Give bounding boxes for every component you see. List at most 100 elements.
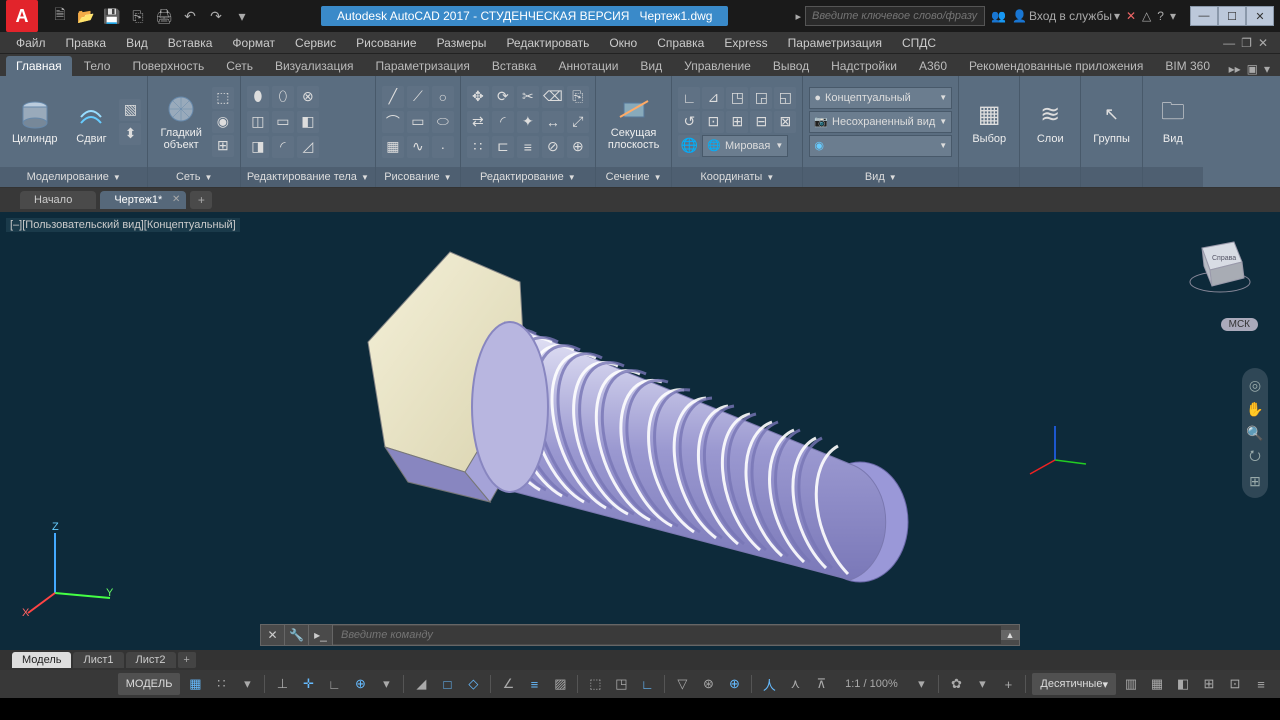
doc-close-icon[interactable]: ✕ bbox=[1258, 36, 1268, 50]
presspull-icon[interactable]: ⬍ bbox=[119, 123, 141, 145]
cylinder-button[interactable]: Цилиндр bbox=[6, 97, 63, 147]
nav-show-icon[interactable]: ⊞ bbox=[1246, 472, 1264, 490]
ucs-world-icon[interactable]: 🌐 bbox=[678, 135, 700, 157]
print-icon[interactable]: 🖨 bbox=[156, 8, 172, 24]
nav-zoom-icon[interactable]: 🔍 bbox=[1246, 424, 1264, 442]
doc-restore-icon[interactable]: ❐ bbox=[1241, 36, 1252, 50]
exchange-icon[interactable]: ✕ bbox=[1126, 9, 1136, 23]
menu-tools[interactable]: Сервис bbox=[287, 34, 344, 52]
doc-min-icon[interactable]: — bbox=[1223, 36, 1235, 50]
panel-modify-label[interactable]: Редактирование▼ bbox=[461, 167, 595, 187]
tab-visualize[interactable]: Визуализация bbox=[265, 56, 364, 76]
panel-coords-label[interactable]: Координаты▼ bbox=[672, 167, 802, 187]
panel-viewstyle-label[interactable]: Вид▼ bbox=[803, 167, 958, 187]
arc-icon[interactable]: ⌒ bbox=[382, 111, 404, 133]
tab-manage[interactable]: Управление bbox=[674, 56, 761, 76]
chamfer-icon[interactable]: ◿ bbox=[297, 136, 319, 158]
ucs-icon-4[interactable]: ◲ bbox=[750, 87, 772, 109]
ribbon-pin-icon[interactable]: ▸▸ bbox=[1229, 62, 1241, 76]
osnap-icon[interactable]: □ bbox=[436, 673, 458, 695]
undo-icon[interactable]: ↶ bbox=[182, 8, 198, 24]
panel-solidedit-label[interactable]: Редактирование тела▼ bbox=[241, 167, 375, 187]
menu-parametric[interactable]: Параметризация bbox=[780, 34, 890, 52]
layout-sheet1[interactable]: Лист1 bbox=[73, 652, 123, 668]
circle-icon[interactable]: ○ bbox=[432, 86, 454, 108]
tab-surface[interactable]: Поверхность bbox=[122, 56, 214, 76]
save-icon[interactable]: 💾 bbox=[104, 8, 120, 24]
dynamic-input-icon[interactable]: ✛ bbox=[297, 673, 319, 695]
tab-home[interactable]: Главная bbox=[6, 56, 72, 76]
move-icon[interactable]: ✥ bbox=[467, 86, 489, 108]
break-icon[interactable]: ⊘ bbox=[542, 136, 564, 158]
ucs-dropdown[interactable]: 🌐 Мировая▼ bbox=[702, 135, 788, 157]
menu-modify[interactable]: Редактировать bbox=[498, 34, 597, 52]
tab-mesh[interactable]: Сеть bbox=[216, 56, 263, 76]
menu-insert[interactable]: Вставка bbox=[160, 34, 221, 52]
ucs-icon-1[interactable]: ∟ bbox=[678, 87, 700, 109]
trim-icon[interactable]: ✂ bbox=[517, 86, 539, 108]
gear-dd-icon[interactable]: ▾ bbox=[971, 673, 993, 695]
thicken-icon[interactable]: ▭ bbox=[272, 111, 294, 133]
mirror-icon[interactable]: ⇄ bbox=[467, 111, 489, 133]
menu-draw[interactable]: Рисование bbox=[348, 34, 424, 52]
viewcube[interactable]: Справа bbox=[1184, 230, 1256, 302]
ucs-icon-2[interactable]: ⊿ bbox=[702, 87, 724, 109]
panel-draw-label[interactable]: Рисование▼ bbox=[376, 167, 460, 187]
scale-dd-icon[interactable]: ▾ bbox=[910, 673, 932, 695]
model-space-button[interactable]: МОДЕЛЬ bbox=[118, 673, 181, 695]
annoscale2-icon[interactable]: ⋏ bbox=[784, 673, 806, 695]
tab-featured[interactable]: Рекомендованные приложения bbox=[959, 56, 1153, 76]
customize-icon[interactable]: ≡ bbox=[1250, 673, 1272, 695]
extrude-button[interactable]: Сдвиг bbox=[67, 97, 115, 147]
layout-sheet2[interactable]: Лист2 bbox=[126, 652, 176, 668]
mesh-more-icon[interactable]: ⬚ bbox=[212, 87, 234, 109]
polar-icon[interactable]: ⊕ bbox=[349, 673, 371, 695]
hatch-icon[interactable]: ▦ bbox=[382, 136, 404, 158]
groups-button[interactable]: ↖Группы bbox=[1087, 97, 1136, 147]
viewport-controls[interactable]: [–][Пользовательский вид][Концептуальный… bbox=[6, 218, 240, 232]
menu-view[interactable]: Вид bbox=[118, 34, 156, 52]
scale-icon[interactable]: ⤢ bbox=[567, 111, 589, 133]
a360-icon[interactable]: △ bbox=[1142, 9, 1151, 23]
menu-file[interactable]: Файл bbox=[8, 34, 54, 52]
otrack-icon[interactable]: ∠ bbox=[497, 673, 519, 695]
ucs-icon-7[interactable]: ⊡ bbox=[702, 111, 724, 133]
viewport[interactable]: [–][Пользовательский вид][Концептуальный… bbox=[0, 212, 1280, 650]
stretch-icon[interactable]: ↔ bbox=[542, 111, 564, 133]
signin-button[interactable]: 👤 Вход в службы ▾ bbox=[1012, 9, 1120, 23]
gear-icon[interactable]: ✿ bbox=[945, 673, 967, 695]
smooth-button[interactable]: Гладкий объект bbox=[154, 91, 207, 153]
tab-addins[interactable]: Надстройки bbox=[821, 56, 907, 76]
3dosnap2-icon[interactable]: ◳ bbox=[610, 673, 632, 695]
search-input[interactable] bbox=[805, 6, 985, 26]
layout-add-button[interactable]: + bbox=[178, 652, 196, 668]
ucs-icon-9[interactable]: ⊟ bbox=[750, 111, 772, 133]
dynucs-icon[interactable]: ∟ bbox=[636, 673, 658, 695]
annoscale-icon[interactable]: 人 bbox=[758, 673, 780, 695]
search-caret-icon[interactable]: ▸ bbox=[796, 10, 802, 23]
workspace-icon[interactable]: + bbox=[997, 673, 1019, 695]
panel-layers-label[interactable] bbox=[1020, 167, 1080, 187]
menu-express[interactable]: Express bbox=[716, 34, 775, 52]
menu-spds[interactable]: СПДС bbox=[894, 34, 944, 52]
tab-add-button[interactable]: + bbox=[190, 191, 212, 209]
hardware-icon[interactable]: ⊞ bbox=[1198, 673, 1220, 695]
mesh-refine-icon[interactable]: ⊞ bbox=[212, 135, 234, 157]
menu-window[interactable]: Окно bbox=[601, 34, 645, 52]
new-icon[interactable]: 🗎 bbox=[52, 8, 68, 24]
ucs-icon-3[interactable]: ◳ bbox=[726, 87, 748, 109]
mesh-less-icon[interactable]: ◉ bbox=[212, 111, 234, 133]
lock-ui-icon[interactable]: ▦ bbox=[1146, 673, 1168, 695]
point-icon[interactable]: · bbox=[432, 136, 454, 158]
tab-view[interactable]: Вид bbox=[630, 56, 672, 76]
slice-icon[interactable]: ◫ bbox=[247, 111, 269, 133]
polysolid-icon[interactable]: ▧ bbox=[119, 99, 141, 121]
command-input[interactable] bbox=[333, 626, 1001, 644]
explode-icon[interactable]: ✦ bbox=[517, 111, 539, 133]
bolt-model[interactable] bbox=[330, 242, 950, 642]
maximize-button[interactable]: ☐ bbox=[1218, 6, 1246, 26]
rotate-icon[interactable]: ⟳ bbox=[492, 86, 514, 108]
gizmo-icon[interactable]: ⊛ bbox=[697, 673, 719, 695]
spline-icon[interactable]: ∿ bbox=[407, 136, 429, 158]
subtract-icon[interactable]: ⬯ bbox=[272, 86, 294, 108]
